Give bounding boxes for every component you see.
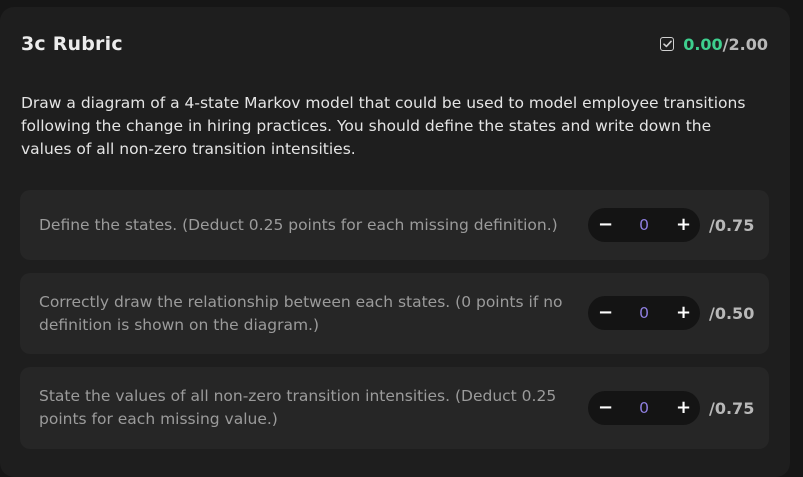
checkbox-check-icon (660, 37, 675, 51)
decrement-button[interactable]: − (598, 304, 613, 322)
criterion-text: Correctly draw the relationship between … (39, 292, 563, 334)
score-stepper: − 0 + (588, 296, 700, 330)
criterion-card: State the values of all non-zero transit… (20, 367, 769, 449)
score-value[interactable]: 0 (639, 216, 649, 234)
score-stepper: − 0 + (588, 208, 700, 242)
rubric-header: 3c Rubric 0.00/2.00 (21, 29, 768, 59)
decrement-button[interactable]: − (598, 399, 613, 417)
criterion-text: Define the states. (Deduct 0.25 points f… (39, 215, 558, 234)
rubric-panel: 3c Rubric 0.00/2.00 Draw a diagram of a … (0, 7, 790, 477)
score-stepper: − 0 + (588, 391, 700, 425)
max-points: /0.50 (709, 304, 755, 323)
criterion-card: Correctly draw the relationship between … (20, 273, 769, 354)
score-value[interactable]: 0 (639, 304, 649, 322)
max-points: /0.75 (709, 399, 755, 418)
increment-button[interactable]: + (676, 399, 691, 417)
decrement-button[interactable]: − (598, 216, 613, 234)
rubric-title: 3c Rubric (21, 33, 123, 55)
score-earned: 0.00 (683, 34, 723, 54)
score-value[interactable]: 0 (639, 399, 649, 417)
max-points: /0.75 (709, 216, 755, 235)
score-total: /2.00 (722, 34, 768, 54)
increment-button[interactable]: + (676, 216, 691, 234)
increment-button[interactable]: + (676, 304, 691, 322)
criterion-text: State the values of all non-zero transit… (39, 387, 557, 428)
score-summary: 0.00/2.00 (660, 35, 768, 54)
question-description: Draw a diagram of a 4-state Markov model… (21, 94, 746, 158)
criterion-card: Define the states. (Deduct 0.25 points f… (20, 190, 769, 260)
